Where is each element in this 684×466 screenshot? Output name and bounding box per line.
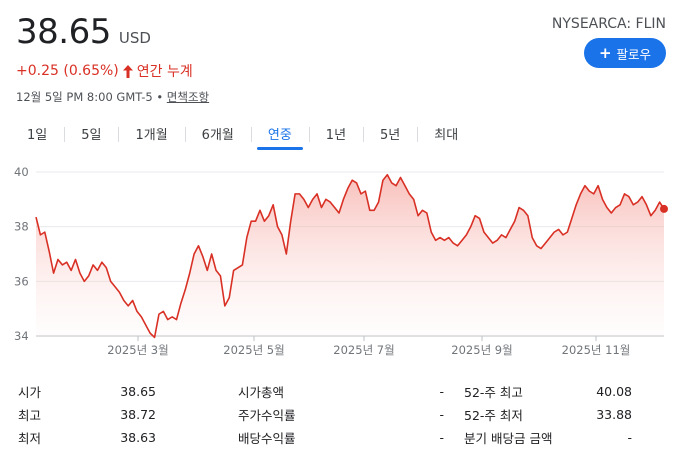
stat-value: 40.08 (596, 384, 632, 399)
stat-label: 배당수익률 (238, 431, 296, 446)
plus-icon: + (598, 43, 612, 62)
stat-value: - (627, 430, 632, 445)
tab-label: 최대 (434, 128, 459, 143)
stat-value: 38.72 (120, 407, 156, 422)
stats-row: 시가 38.65 시가총액 - 52-주 최고 40.08 (18, 380, 670, 403)
y-tick-label: 34 (14, 329, 29, 343)
stat-value: - (439, 430, 444, 445)
y-tick-label: 40 (14, 165, 29, 179)
follow-button[interactable]: + 팔로우 (584, 38, 666, 68)
stat-label: 시가총액 (238, 385, 285, 400)
current-price: 38.65 (16, 12, 111, 52)
timestamp: 12월 5일 PM 8:00 GMT-5 • (16, 90, 167, 104)
y-tick-label: 38 (14, 220, 29, 234)
tab-5y[interactable]: 5년 (363, 124, 417, 151)
tab-label: 1일 (27, 128, 48, 143)
stat-value: 33.88 (596, 407, 632, 422)
tab-1y[interactable]: 1년 (308, 124, 363, 151)
stat-label: 최저 (18, 431, 42, 446)
follow-label: 팔로우 (616, 46, 652, 62)
stat-value: - (439, 384, 444, 399)
tab-max[interactable]: 최대 (417, 124, 475, 151)
price-header: 38.65 USD (16, 12, 151, 52)
arrow-up-icon (122, 64, 133, 78)
x-tick-label: 2025년 9월 (451, 343, 512, 357)
stat-label: 52-주 최저 (464, 408, 523, 423)
price-change: +0.25 (0.65%) 연간 누계 (16, 61, 193, 81)
last-price-dot (660, 204, 668, 213)
tab-label: 6개월 (201, 128, 234, 143)
stat-label: 분기 배당금 금액 (464, 431, 553, 446)
stats-row: 최고 38.72 주가수익률 - 52-주 최저 33.88 (18, 403, 670, 426)
timestamp-row: 12월 5일 PM 8:00 GMT-5 • 면책조항 (16, 89, 209, 105)
tab-1m[interactable]: 1개월 (118, 124, 184, 151)
y-tick-label: 36 (14, 274, 29, 288)
tab-label: 연중 (267, 128, 292, 143)
stat-label: 최고 (18, 408, 42, 423)
disclaimer-link[interactable]: 면책조항 (167, 90, 209, 104)
tab-label: 5년 (380, 128, 401, 143)
tab-label: 1년 (325, 128, 347, 143)
x-tick-label: 2025년 11월 (562, 343, 631, 357)
ticker-symbol: NYSEARCA: FLIN (551, 16, 666, 32)
x-tick-label: 2025년 5월 (223, 343, 284, 357)
stat-label: 시가 (18, 385, 42, 400)
y-axis-labels: 40 38 36 34 (14, 165, 29, 343)
stat-label: 주가수익률 (238, 408, 296, 423)
tab-6m[interactable]: 6개월 (184, 124, 251, 151)
tab-label: 1개월 (135, 128, 168, 143)
x-axis-labels: 2025년 3월 2025년 5월 2025년 7월 2025년 9월 2025년 11… (107, 336, 630, 357)
stat-value: 38.63 (120, 430, 156, 445)
stat-label: 52-주 최고 (464, 385, 523, 400)
range-tabs: 1일 5일 1개월 6개월 연중 1년 5년 최대 (10, 124, 475, 151)
currency-label: USD (118, 29, 151, 47)
x-tick-label: 2025년 7월 (333, 343, 394, 357)
stat-value: 38.65 (120, 384, 156, 399)
x-tick-label: 2025년 3월 (107, 343, 168, 357)
price-area (36, 174, 664, 338)
stats-row: 최저 38.63 배당수익률 - 분기 배당금 금액 - (18, 426, 670, 449)
tab-label: 5일 (81, 128, 102, 143)
key-stats: 시가 38.65 시가총액 - 52-주 최고 40.08 최고 38.72 주가수익률… (18, 380, 670, 449)
stat-value: - (439, 407, 444, 422)
tab-1d[interactable]: 1일 (10, 124, 64, 151)
change-value: +0.25 (0.65%) (16, 63, 119, 79)
tab-ytd[interactable]: 연중 (250, 124, 309, 151)
tab-5d[interactable]: 5일 (64, 124, 118, 151)
price-chart[interactable]: 40 38 36 34 2025년 3월 2025년 5월 2025년 7월 2025년 9… (0, 158, 684, 363)
change-period: 연간 누계 (136, 64, 193, 80)
